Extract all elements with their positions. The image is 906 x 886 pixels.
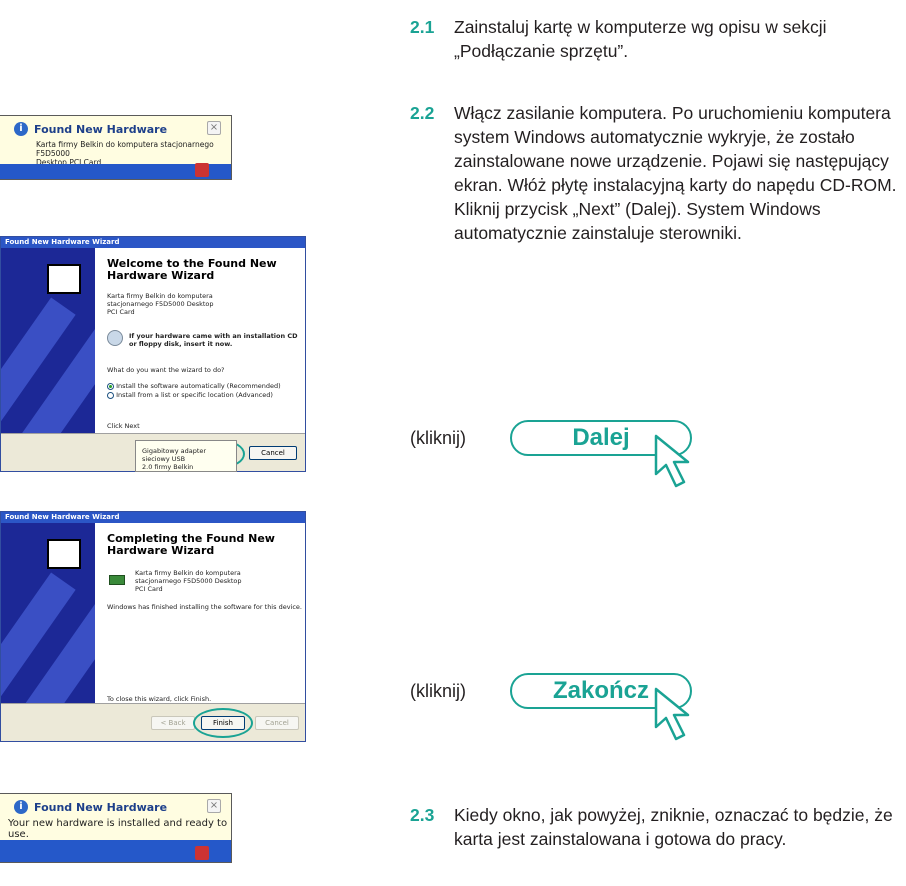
click-next-hint: Click Next [107, 422, 140, 430]
balloon-title-text: Found New Hardware [34, 122, 168, 136]
wizard-heading: Completing the Found New Hardware Wizard [107, 533, 275, 557]
cancel-button[interactable]: Cancel [249, 446, 297, 460]
step-2-3: 2.3 Kiedy okno, jak powyżej, zniknie, oz… [410, 803, 906, 851]
balloon-body: Your new hardware is installed and ready… [8, 818, 228, 840]
click-next-callout: (kliknij) Dalej [410, 420, 692, 488]
click-label: (kliknij) [410, 427, 466, 448]
taskbar [0, 163, 231, 179]
tray-icon [195, 846, 209, 860]
back-button[interactable]: < Back [151, 716, 195, 730]
close-icon[interactable]: × [207, 799, 221, 813]
device-line: Karta firmy Belkin do komputera [107, 292, 213, 300]
step-text: Włącz zasilanie komputera. Po uruchomien… [454, 103, 897, 243]
wizard-question: What do you want the wizard to do? [107, 366, 225, 374]
device-line: PCI Card [107, 308, 135, 316]
close-icon[interactable]: × [207, 121, 221, 135]
tray-icon [195, 163, 209, 177]
window-title: Found New Hardware Wizard [1, 512, 305, 523]
cd-icon [107, 330, 123, 346]
close-instruction: To close this wizard, click Finish. [107, 695, 212, 703]
click-finish-callout: (kliknij) Zakończ [410, 673, 692, 741]
found-new-hardware-wizard-complete: Found New Hardware Wizard Completing the… [0, 511, 306, 742]
found-new-hardware-balloon: i Found New Hardware × Karta firmy Belki… [0, 115, 232, 180]
heading-line: Hardware Wizard [107, 544, 215, 557]
device-name: Karta firmy Belkin do komputera stacjona… [107, 292, 214, 316]
wizard-side-panel [1, 523, 95, 703]
cd-instructions: If your hardware came with an installati… [129, 332, 298, 348]
next-button-label: Dalej [572, 424, 630, 451]
device-line: stacjonarnego F5D5000 Desktop [135, 577, 242, 585]
mouse-cursor-icon [654, 687, 690, 741]
balloon-title: i Found New Hardware [14, 122, 167, 136]
finish-button-highlight [193, 708, 253, 738]
mouse-cursor-icon [654, 434, 690, 488]
finished-message: Windows has finished installing the soft… [107, 603, 302, 611]
device-tooltip: Gigabitowy adapter sieciowy USB 2.0 firm… [135, 440, 237, 472]
wizard-content: Welcome to the Found New Hardware Wizard… [95, 248, 305, 433]
device-name: Karta firmy Belkin do komputera stacjona… [135, 569, 242, 593]
hardware-wizard-icon [47, 264, 81, 294]
tooltip-line: Gigabitowy adapter sieciowy USB [142, 447, 207, 463]
radio-icon[interactable] [107, 391, 114, 399]
device-line: PCI Card [135, 585, 163, 593]
finish-button-illustration: Zakończ [510, 673, 692, 741]
info-icon: i [14, 800, 28, 814]
cd-line: or floppy disk, insert it now. [129, 340, 233, 348]
balloon-title-text: Found New Hardware [34, 800, 168, 814]
tooltip-line: 2.0 firmy Belkin [142, 463, 194, 471]
heading-line: Hardware Wizard [107, 269, 215, 282]
finish-button-label: Zakończ [552, 677, 650, 704]
step-2-1: 2.1 Zainstaluj kartę w komputerze wg opi… [410, 15, 906, 63]
balloon-body-line: Karta firmy Belkin do komputera stacjona… [36, 140, 214, 158]
option-label: Install the software automatically (Reco… [116, 382, 281, 390]
step-number: 2.3 [410, 805, 435, 825]
balloon-title: i Found New Hardware [14, 800, 167, 814]
device-line: Karta firmy Belkin do komputera [135, 569, 241, 577]
wizard-footer: < Back Finish Cancel [1, 703, 305, 741]
next-button-illustration: Dalej [510, 420, 692, 488]
taskbar [0, 840, 231, 862]
step-number: 2.1 [410, 17, 435, 37]
wizard-side-panel [1, 248, 95, 433]
install-automatic-option[interactable]: Install the software automatically (Reco… [107, 382, 281, 390]
step-number: 2.2 [410, 103, 435, 123]
cancel-button[interactable]: Cancel [255, 716, 299, 730]
wizard-content: Completing the Found New Hardware Wizard… [95, 523, 305, 703]
step-2-2: 2.2 Włącz zasilanie komputera. Po urucho… [410, 101, 906, 245]
step-text: Kiedy okno, jak powyżej, zniknie, oznacz… [454, 805, 893, 849]
radio-selected-icon[interactable] [107, 382, 114, 390]
hardware-ready-balloon: i Found New Hardware × Your new hardware… [0, 793, 232, 863]
found-new-hardware-wizard-welcome: Found New Hardware Wizard Welcome to the… [0, 236, 306, 472]
info-icon: i [14, 122, 28, 136]
step-text: Zainstaluj kartę w komputerze wg opisu w… [454, 17, 827, 61]
device-line: stacjonarnego F5D5000 Desktop [107, 300, 214, 308]
install-from-list-option[interactable]: Install from a list or specific location… [107, 391, 273, 399]
network-card-icon [109, 575, 125, 585]
option-label: Install from a list or specific location… [116, 391, 273, 399]
hardware-wizard-icon [47, 539, 81, 569]
window-title: Found New Hardware Wizard [1, 237, 305, 248]
wizard-heading: Welcome to the Found New Hardware Wizard [107, 258, 277, 282]
click-label: (kliknij) [410, 680, 466, 701]
cd-line: If your hardware came with an installati… [129, 332, 298, 340]
